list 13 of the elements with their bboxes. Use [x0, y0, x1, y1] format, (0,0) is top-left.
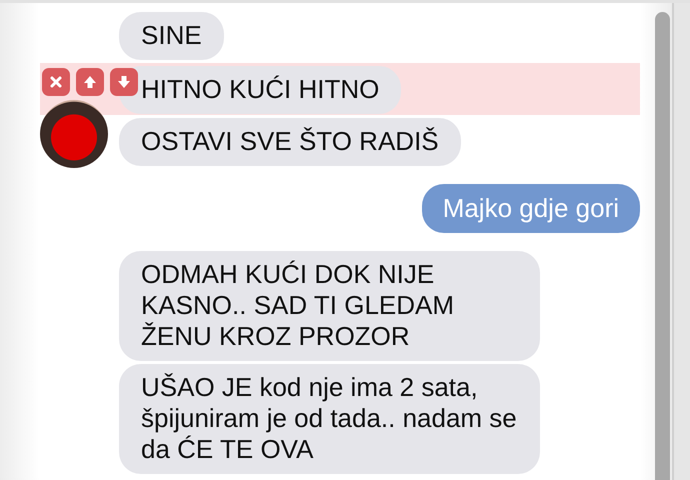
received-message-bubble: OSTAVI SVE ŠTO RADIŠ	[119, 118, 461, 166]
move-up-button[interactable]	[76, 68, 104, 96]
received-message-bubble: SINE	[119, 12, 224, 60]
received-message-bubble: UŠAO JE kod nje ima 2 sata, špijuniram je od tada.. nadam se da ĆE TE OVA	[119, 364, 540, 474]
move-down-button[interactable]	[110, 68, 138, 96]
arrow-down-icon	[116, 74, 132, 90]
arrow-up-icon	[82, 74, 98, 90]
delete-button[interactable]	[42, 68, 70, 96]
scrollbar-thumb[interactable]	[655, 12, 670, 480]
received-message-bubble: ODMAH KUĆI DOK NIJE KASNO.. SAD TI GLEDAM ŽENU KROZ PROZOR	[119, 251, 540, 361]
received-message-bubble: HITNO KUĆI HITNO	[119, 66, 402, 114]
close-icon	[48, 74, 64, 90]
sent-message-bubble: Majko gdje gori	[422, 184, 640, 233]
